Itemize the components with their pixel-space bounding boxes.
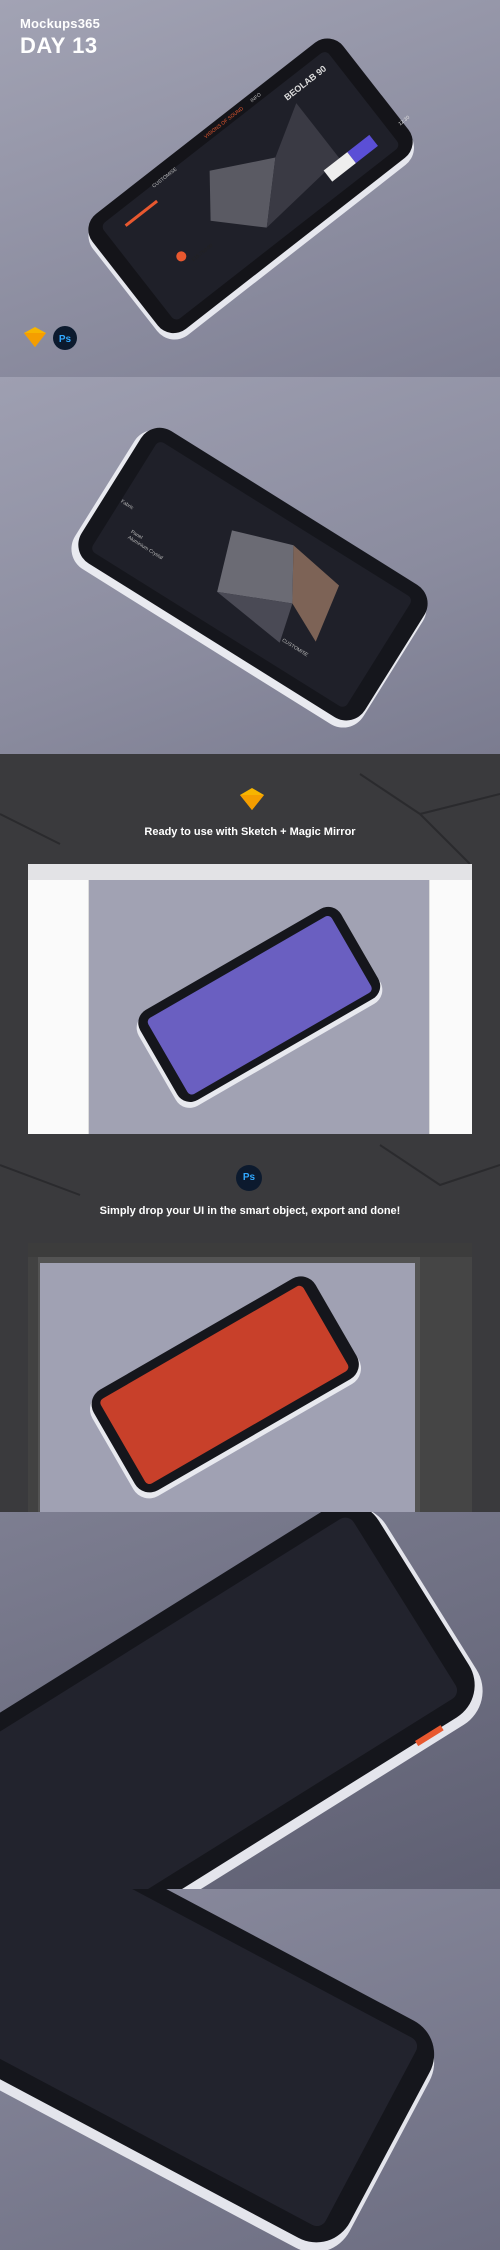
hero-panel: Mockups365 DAY 13 BEOLAB 90 CUSTOMISE VI… (0, 0, 500, 377)
closeup-panel-2 (0, 1889, 500, 2250)
sketch-canvas (89, 880, 429, 1134)
photoshop-caption: Simply drop your UI in the smart object,… (99, 1205, 401, 1217)
phone-mockup-2 (71, 427, 428, 728)
brand-day: DAY 13 (20, 33, 98, 58)
ps-layers-panel (420, 1257, 472, 1512)
ps-toolbox (28, 1257, 38, 1512)
photoshop-icon: Ps (53, 326, 77, 350)
sketch-icon (24, 327, 46, 347)
svg-text:Ps: Ps (59, 334, 72, 345)
phone-closeup-2 (0, 1889, 435, 2250)
photoshop-icon-large: Ps (236, 1165, 262, 1191)
sketch-layers-sidebar (28, 880, 89, 1134)
sketch-icon-large (240, 788, 264, 810)
ps-phone (90, 1276, 361, 1499)
phone-closeup-1 (0, 1512, 483, 1889)
ps-canvas (40, 1263, 415, 1512)
brand-name: Mockups365 (20, 16, 101, 31)
sketch-toolbar (28, 864, 472, 881)
brand-block: Mockups365 DAY 13 (20, 16, 100, 59)
sketch-window (28, 864, 472, 1134)
sketch-panel: Ready to use with Sketch + Magic Mirror (0, 754, 500, 1135)
ps-menubar (28, 1243, 472, 1257)
sketch-inspector (429, 880, 472, 1134)
photoshop-window (28, 1243, 472, 1512)
photoshop-panel: Ps Simply drop your UI in the smart obje… (0, 1135, 500, 1512)
sketch-caption: Ready to use with Sketch + Magic Mirror (144, 826, 356, 838)
closeup-panel-1 (0, 1512, 500, 1889)
phone-panel-2: Fabric Panel Aluminium Crystal CUSTOMISE (0, 377, 500, 754)
sketch-phone (136, 906, 383, 1108)
